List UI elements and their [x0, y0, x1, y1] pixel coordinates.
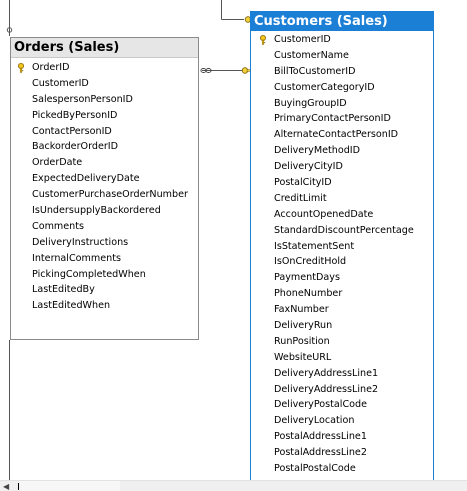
column-name: DeliveryRun — [274, 320, 333, 332]
column-name: OrderDate — [32, 157, 83, 169]
column-row[interactable]: FaxNumber — [251, 302, 433, 318]
column-row[interactable]: BuyingGroupID — [251, 96, 433, 112]
column-name: AccountOpenedDate — [274, 208, 374, 220]
column-name: BackorderOrderID — [32, 141, 119, 153]
column-name: LastEditedBy — [32, 284, 95, 296]
column-row[interactable]: DeliveryLocation — [251, 413, 433, 429]
column-row[interactable]: IsOnCreditHold — [251, 254, 433, 270]
column-row[interactable]: PostalCityID — [251, 175, 433, 191]
orders-table-title[interactable]: Orders (Sales) — [11, 38, 198, 58]
column-row[interactable]: AlternateContactPersonID — [251, 127, 433, 143]
column-row[interactable]: DeliveryAddressLine1 — [251, 366, 433, 382]
column-name: FaxNumber — [274, 304, 329, 316]
column-row[interactable]: RunPosition — [251, 334, 433, 350]
column-row[interactable]: BackorderOrderID — [11, 139, 198, 155]
column-row[interactable]: CustomerName — [251, 48, 433, 64]
column-name: DeliveryInstructions — [32, 236, 129, 248]
column-name: CustomerCategoryID — [274, 81, 375, 93]
column-name: PostalCityID — [274, 177, 332, 189]
scrollbar-thumb[interactable] — [18, 483, 19, 490]
column-row[interactable]: CustomerID — [11, 76, 198, 92]
column-name: PickingCompletedWhen — [32, 268, 146, 280]
column-name: SalespersonPersonID — [32, 93, 133, 105]
column-row[interactable]: CreditLimit — [251, 191, 433, 207]
column-name: StandardDiscountPercentage — [274, 224, 414, 236]
column-name: IsOnCreditHold — [274, 256, 347, 268]
column-name: CustomerID — [274, 34, 331, 45]
column-row[interactable]: PrimaryContactPersonID — [251, 111, 433, 127]
column-row[interactable]: AccountOpenedDate — [251, 207, 433, 223]
column-row[interactable]: OrderDate — [11, 155, 198, 171]
column-row[interactable]: ExpectedDeliveryDate — [11, 171, 198, 187]
column-name: AlternateContactPersonID — [274, 129, 399, 141]
column-row[interactable]: CustomerPurchaseOrderNumber — [11, 187, 198, 203]
column-name: ExpectedDeliveryDate — [32, 173, 140, 185]
column-row[interactable]: PhoneNumber — [251, 286, 433, 302]
column-row[interactable]: WebsiteURL — [251, 350, 433, 366]
column-name: IsStatementSent — [274, 240, 355, 252]
column-row[interactable]: PostalAddressLine1 — [251, 429, 433, 445]
column-name: WebsiteURL — [274, 351, 332, 363]
orders-column-list: OrderID CustomerID SalespersonPersonID P… — [11, 60, 198, 314]
orders-table[interactable]: Orders (Sales) OrderID CustomerID Salesp… — [10, 37, 199, 340]
column-row[interactable]: DeliveryMethodID — [251, 143, 433, 159]
column-name: LastEditedWhen — [32, 300, 111, 312]
column-name: Comments — [32, 220, 85, 232]
column-row[interactable]: Comments — [11, 219, 198, 235]
primary-key-icon — [260, 35, 266, 45]
column-name: PaymentDays — [274, 272, 340, 284]
column-name: CustomerName — [274, 49, 349, 61]
diagram-canvas[interactable]: Orders (Sales) OrderID CustomerID Salesp… — [0, 0, 467, 491]
column-row[interactable]: CustomerCategoryID — [251, 80, 433, 96]
column-name: IsUndersupplyBackordered — [32, 205, 161, 217]
column-row[interactable]: PostalPostalCode — [251, 461, 433, 477]
column-row[interactable]: PaymentDays — [251, 270, 433, 286]
column-name: PostalAddressLine1 — [274, 431, 367, 443]
column-row[interactable]: IsStatementSent — [251, 239, 433, 255]
column-name: DeliveryAddressLine1 — [274, 367, 379, 379]
column-name: RunPosition — [274, 335, 330, 347]
column-name: PrimaryContactPersonID — [274, 113, 391, 125]
column-row[interactable]: DeliveryInstructions — [11, 235, 198, 251]
column-name: BuyingGroupID — [274, 97, 347, 109]
column-name: CustomerID — [32, 77, 89, 89]
column-name: PickedByPersonID — [32, 109, 118, 121]
column-row[interactable]: SalespersonPersonID — [11, 92, 198, 108]
customers-table-title[interactable]: Customers (Sales) — [251, 12, 433, 31]
column-row[interactable]: OrderID — [11, 60, 198, 76]
column-name: InternalComments — [32, 252, 121, 264]
column-name: PostalAddressLine2 — [274, 447, 367, 459]
column-row[interactable]: ContactPersonID — [11, 124, 198, 140]
column-row[interactable]: PostalAddressLine2 — [251, 445, 433, 461]
column-name: BillToCustomerID — [274, 65, 356, 77]
column-row[interactable]: BillToCustomerID — [251, 64, 433, 80]
customers-table[interactable]: Customers (Sales) CustomerID CustomerNam… — [250, 11, 434, 485]
column-row[interactable]: CustomerID — [251, 32, 433, 48]
column-row[interactable]: PickingCompletedWhen — [11, 267, 198, 283]
column-row[interactable]: StandardDiscountPercentage — [251, 223, 433, 239]
column-row[interactable]: DeliveryAddressLine2 — [251, 382, 433, 398]
column-row[interactable]: DeliveryCityID — [251, 159, 433, 175]
column-name: PostalPostalCode — [274, 463, 356, 475]
column-name: DeliveryLocation — [274, 415, 355, 427]
column-row[interactable]: PickedByPersonID — [11, 108, 198, 124]
column-name: CreditLimit — [274, 192, 327, 204]
column-name: DeliveryPostalCode — [274, 399, 368, 411]
column-name: DeliveryCityID — [274, 161, 343, 173]
column-row[interactable]: DeliveryRun — [251, 318, 433, 334]
column-name: DeliveryMethodID — [274, 145, 361, 157]
column-row[interactable]: LastEditedWhen — [11, 298, 198, 314]
column-name: ContactPersonID — [32, 125, 112, 137]
customers-column-list: CustomerID CustomerName BillToCustomerID… — [251, 32, 433, 477]
column-row[interactable]: IsUndersupplyBackordered — [11, 203, 198, 219]
column-name: PhoneNumber — [274, 288, 343, 300]
column-row[interactable]: LastEditedBy — [11, 282, 198, 298]
column-name: CustomerPurchaseOrderNumber — [32, 189, 188, 201]
horizontal-scrollbar[interactable]: ◀ — [0, 480, 467, 491]
primary-key-icon — [18, 63, 24, 73]
column-name: DeliveryAddressLine2 — [274, 383, 379, 395]
column-row[interactable]: InternalComments — [11, 251, 198, 267]
column-row[interactable]: DeliveryPostalCode — [251, 397, 433, 413]
column-name: OrderID — [32, 62, 70, 73]
